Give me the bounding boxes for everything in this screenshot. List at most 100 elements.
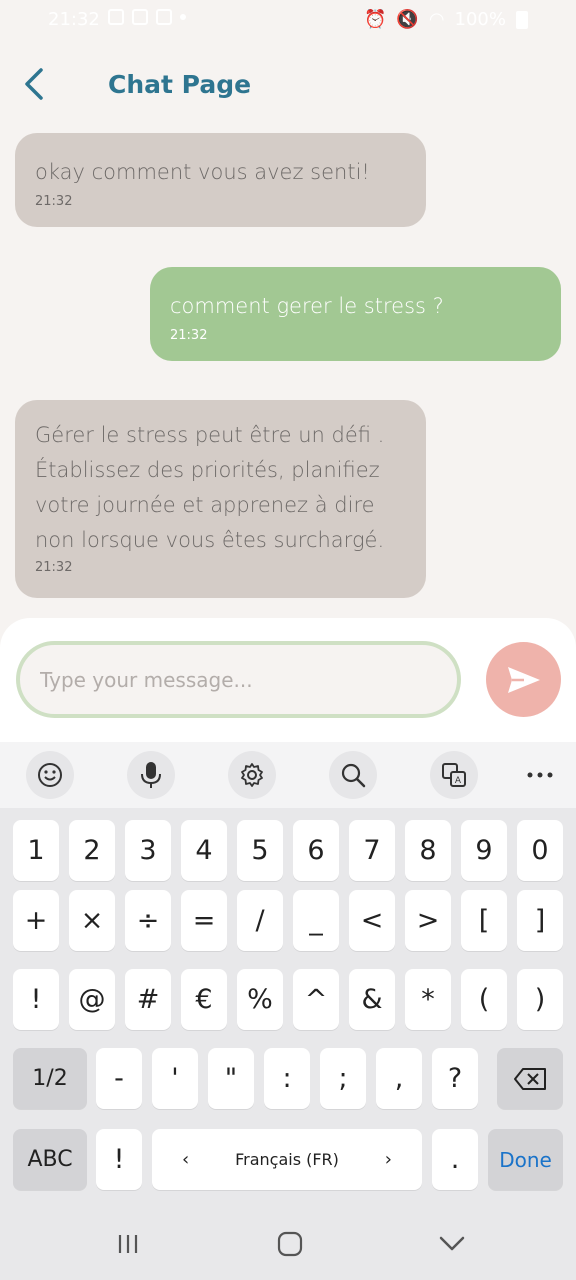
microphone-icon: [141, 762, 161, 788]
battery-icon: [516, 10, 528, 29]
message-text: okay comment vous avez senti!: [35, 160, 370, 184]
message-input[interactable]: [16, 641, 461, 718]
search-icon: [341, 763, 366, 788]
key-right-paren[interactable]: ): [517, 969, 563, 1030]
message-time: 21:32: [35, 560, 73, 575]
keyboard-toolbar: A: [0, 742, 576, 808]
key-period[interactable]: .: [432, 1129, 478, 1190]
page-title: Chat Page: [108, 70, 252, 99]
key-3[interactable]: 3: [125, 820, 171, 881]
key-quote[interactable]: ": [208, 1048, 254, 1109]
key-7[interactable]: 7: [349, 820, 395, 881]
key-apostrophe[interactable]: ': [152, 1048, 198, 1109]
send-button[interactable]: [486, 642, 561, 717]
key-2[interactable]: 2: [69, 820, 115, 881]
chevron-left-icon: ‹: [182, 1149, 190, 1170]
mute-icon: 🔇: [396, 9, 419, 30]
home-button[interactable]: [270, 1226, 310, 1262]
settings-icon: [241, 763, 263, 787]
alarm-icon: ⏰: [363, 9, 387, 30]
key-left-paren[interactable]: (: [461, 969, 507, 1030]
battery-percent: 100%: [454, 9, 506, 30]
settings-button[interactable]: [228, 751, 276, 799]
wifi-icon: ◠: [428, 9, 445, 30]
message-text: comment gerer le stress ?: [170, 294, 444, 318]
key-plus[interactable]: +: [13, 890, 59, 951]
key-asterisk[interactable]: *: [405, 969, 451, 1030]
message-time: 21:32: [35, 194, 73, 209]
chevron-right-icon: ›: [384, 1149, 392, 1170]
key-underscore[interactable]: _: [293, 890, 339, 951]
translate-button[interactable]: A: [430, 751, 478, 799]
key-slash[interactable]: /: [237, 890, 283, 951]
emoji-icon: [38, 763, 62, 787]
facebook-icon: [132, 9, 148, 25]
key-divide[interactable]: ÷: [125, 890, 171, 951]
system-icons: ⏰ 🔇 ◠ 100%: [364, 9, 528, 30]
key-hash[interactable]: #: [125, 969, 171, 1030]
key-greater-than[interactable]: >: [405, 890, 451, 951]
message-time: 21:32: [170, 328, 208, 343]
key-percent[interactable]: %: [237, 969, 283, 1030]
dot-icon: [180, 14, 186, 20]
key-at[interactable]: @: [69, 969, 115, 1030]
backspace-key[interactable]: [497, 1048, 563, 1109]
space-key[interactable]: ‹ Français (FR) ›: [152, 1129, 422, 1190]
key-right-bracket[interactable]: ]: [517, 890, 563, 951]
key-5[interactable]: 5: [237, 820, 283, 881]
backspace-icon: [514, 1067, 546, 1090]
more-icon: [527, 772, 553, 778]
svg-text:A: A: [455, 776, 462, 786]
more-options-button[interactable]: [516, 751, 564, 799]
voice-input-button[interactable]: [127, 751, 175, 799]
key-1[interactable]: 1: [13, 820, 59, 881]
chevron-left-icon: [25, 68, 43, 100]
message-text: Gérer le stress peut être un défi . Étab…: [35, 423, 385, 552]
key-left-bracket[interactable]: [: [461, 890, 507, 951]
key-abc[interactable]: ABC: [13, 1129, 87, 1190]
key-colon[interactable]: :: [264, 1048, 310, 1109]
notification-icons: [108, 9, 186, 25]
message-incoming: Gérer le stress peut être un défi . Étab…: [15, 400, 426, 598]
app-icon: [156, 9, 172, 25]
emoji-button[interactable]: [26, 751, 74, 799]
message-incoming: okay comment vous avez senti! 21:32: [15, 133, 426, 227]
key-caret[interactable]: ^: [293, 969, 339, 1030]
key-question[interactable]: ?: [432, 1048, 478, 1109]
key-8[interactable]: 8: [405, 820, 451, 881]
key-euro[interactable]: €: [181, 969, 227, 1030]
send-icon: [507, 666, 540, 693]
recents-icon: [118, 1235, 138, 1253]
composer: [0, 618, 576, 748]
key-symbols-page[interactable]: 1/2: [13, 1048, 87, 1109]
keyboard: 1 2 3 4 5 6 7 8 9 0 + × ÷ = / _ < > [ ] …: [0, 808, 576, 1208]
key-6[interactable]: 6: [293, 820, 339, 881]
key-equals[interactable]: =: [181, 890, 227, 951]
back-button[interactable]: [14, 64, 54, 104]
status-bar: 21:32 ⏰ 🔇 ◠ 100%: [0, 0, 576, 40]
key-exclamation[interactable]: !: [13, 969, 59, 1030]
status-time: 21:32: [48, 9, 100, 30]
key-multiply[interactable]: ×: [69, 890, 115, 951]
key-4[interactable]: 4: [181, 820, 227, 881]
search-button[interactable]: [329, 751, 377, 799]
navigation-bar: [0, 1208, 576, 1280]
language-label: Français (FR): [235, 1150, 339, 1169]
key-less-than[interactable]: <: [349, 890, 395, 951]
translate-icon: A: [442, 763, 466, 787]
gallery-icon: [108, 9, 124, 25]
key-comma[interactable]: ,: [376, 1048, 422, 1109]
done-key[interactable]: Done: [488, 1129, 563, 1190]
home-icon: [277, 1231, 303, 1257]
message-outgoing: comment gerer le stress ? 21:32: [150, 267, 561, 361]
chevron-down-icon: [439, 1236, 465, 1251]
key-9[interactable]: 9: [461, 820, 507, 881]
key-0[interactable]: 0: [517, 820, 563, 881]
key-hyphen[interactable]: -: [96, 1048, 142, 1109]
key-semicolon[interactable]: ;: [320, 1048, 366, 1109]
back-nav-button[interactable]: [432, 1226, 472, 1262]
key-ampersand[interactable]: &: [349, 969, 395, 1030]
recents-button[interactable]: [108, 1226, 148, 1262]
key-exclamation-2[interactable]: !: [96, 1129, 142, 1190]
header: Chat Page: [0, 56, 576, 116]
